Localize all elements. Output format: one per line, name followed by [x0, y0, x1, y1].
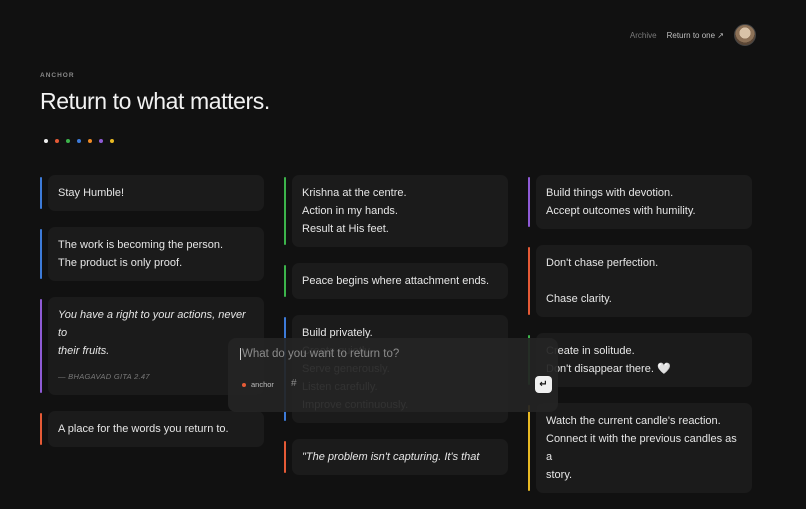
card-text-line: Connect it with the previous candles as … — [546, 433, 737, 463]
card-body: Don't chase perfection. Chase clarity. — [536, 245, 752, 317]
avatar[interactable] — [734, 24, 756, 46]
note-card[interactable]: The work is becoming the person. The prod… — [40, 227, 264, 281]
note-card[interactable]: Peace begins where attachment ends. — [284, 263, 508, 299]
card-color-bar — [40, 229, 42, 279]
card-text-line: Create in solitude. — [546, 345, 635, 357]
color-dot[interactable] — [44, 139, 48, 143]
submit-button[interactable]: ↵ — [535, 376, 552, 393]
eyebrow-label: ANCHOR — [40, 72, 75, 79]
card-text-line: The work is becoming the person. — [58, 239, 224, 251]
card-body: Stay Humble! — [48, 175, 264, 211]
tag-chip[interactable]: anchor — [242, 380, 274, 389]
card-body: Krishna at the centre. Action in my hands… — [292, 175, 508, 247]
card-text-line: A place for the words you return to. — [58, 423, 229, 435]
card-color-bar — [40, 299, 42, 393]
notes-column-3: Build things with devotion. Accept outcom… — [528, 175, 752, 509]
card-text-line: Don't disappear there. 🤍 — [546, 363, 671, 375]
card-body: A place for the words you return to. — [48, 411, 264, 447]
card-text-line: Peace begins where attachment ends. — [302, 275, 490, 287]
color-dot[interactable] — [88, 139, 92, 143]
card-color-bar — [40, 177, 42, 209]
color-dot[interactable] — [66, 139, 70, 143]
color-dot[interactable] — [110, 139, 114, 143]
notes-column-1: Stay Humble! The work is becoming the per… — [40, 175, 264, 463]
card-color-bar — [284, 441, 286, 473]
card-text-line: Action in my hands. — [302, 205, 398, 217]
card-body: Build things with devotion. Accept outcom… — [536, 175, 752, 229]
card-body: Peace begins where attachment ends. — [292, 263, 508, 299]
card-color-bar — [528, 405, 530, 491]
note-card[interactable]: Krishna at the centre. Action in my hands… — [284, 175, 508, 247]
card-text-line: Watch the current candle's reaction. — [546, 415, 721, 427]
note-card[interactable]: A place for the words you return to. — [40, 411, 264, 447]
archive-link[interactable]: Archive — [630, 31, 657, 40]
card-text-line: "The problem isn't capturing. It's that — [302, 451, 480, 463]
card-body: Create in solitude. Don't disappear there… — [536, 333, 752, 387]
note-card[interactable]: Create in solitude. Don't disappear there… — [528, 333, 752, 387]
composer: anchor # ↵ — [228, 338, 558, 412]
card-color-bar — [284, 265, 286, 297]
card-color-bar — [40, 413, 42, 445]
card-body: The work is becoming the person. The prod… — [48, 227, 264, 281]
card-body: Watch the current candle's reaction. Conn… — [536, 403, 752, 493]
return-to-one-link[interactable]: Return to one ↗ — [667, 31, 724, 40]
color-filter-dots — [44, 139, 114, 143]
card-text-line: The product is only proof. — [58, 257, 183, 269]
top-nav: Archive Return to one ↗ — [630, 24, 756, 46]
card-text-line: Result at His feet. — [302, 223, 389, 235]
notes-column-2: Krishna at the centre. Action in my hands… — [284, 175, 508, 491]
card-text-line: Accept outcomes with humility. — [546, 205, 696, 217]
card-text-line: story. — [546, 469, 573, 481]
card-text-line — [546, 272, 742, 290]
card-color-bar — [528, 177, 530, 227]
tag-label: anchor — [251, 380, 274, 389]
card-text-line: You have a right to your actions, never … — [58, 309, 246, 339]
tag-color-dot — [242, 382, 246, 387]
note-card[interactable]: Don't chase perfection. Chase clarity. — [528, 245, 752, 317]
card-text-line: their fruits. — [58, 345, 110, 357]
hash-icon[interactable]: # — [291, 378, 297, 389]
card-text-line: Stay Humble! — [58, 187, 125, 199]
card-text-line: Krishna at the centre. — [302, 187, 407, 199]
color-dot[interactable] — [77, 139, 81, 143]
card-text-line: Chase clarity. — [546, 293, 612, 305]
card-text-line: Don't chase perfection. — [546, 257, 659, 269]
page-title: Return to what matters. — [40, 88, 270, 114]
note-card[interactable]: "The problem isn't capturing. It's that — [284, 439, 508, 475]
note-card[interactable]: Build things with devotion. Accept outcom… — [528, 175, 752, 229]
color-dot[interactable] — [99, 139, 103, 143]
card-body: "The problem isn't capturing. It's that — [292, 439, 508, 475]
note-card[interactable]: Stay Humble! — [40, 175, 264, 211]
card-text-line: Build things with devotion. — [546, 187, 674, 199]
card-color-bar — [528, 247, 530, 315]
note-card[interactable]: Watch the current candle's reaction. Conn… — [528, 403, 752, 493]
card-attribution: — BHAGAVAD GITA 2.47 — [58, 372, 150, 381]
card-color-bar — [284, 177, 286, 245]
color-dot[interactable] — [55, 139, 59, 143]
composer-input[interactable] — [240, 348, 542, 360]
